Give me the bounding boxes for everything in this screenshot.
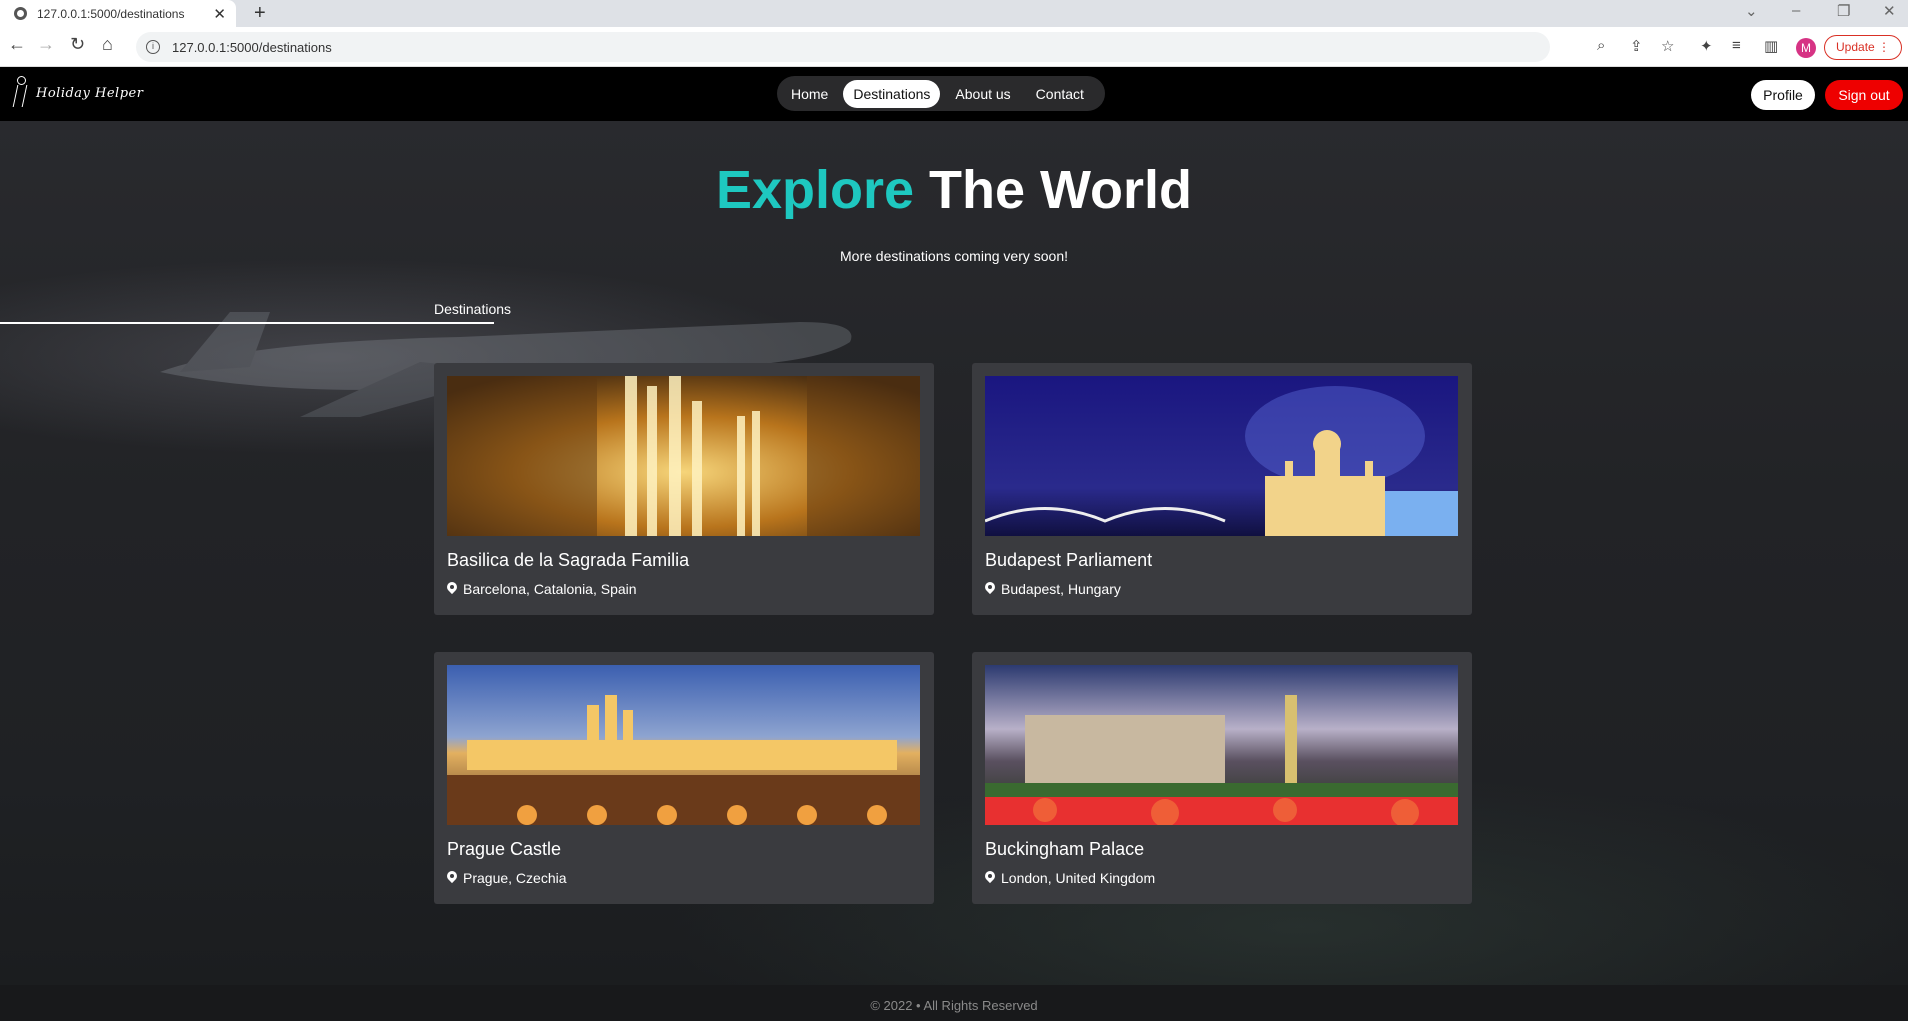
brand-name: Holiday Helper — [36, 85, 144, 101]
destination-location: Barcelona, Catalonia, Spain — [447, 581, 637, 597]
destination-title: Buckingham Palace — [985, 839, 1145, 859]
sign-out-button[interactable]: Sign out — [1825, 80, 1903, 110]
sagrada-familia-image — [447, 376, 920, 536]
map-pin-icon — [985, 871, 995, 885]
url-field[interactable]: i 127.0.0.1:5000/destinations — [136, 32, 1550, 62]
section-divider — [0, 322, 494, 324]
url-text: 127.0.0.1:5000/destinations — [172, 39, 332, 55]
destination-title: Basilica de la Sagrada Familia — [447, 550, 690, 570]
update-button[interactable]: Update ⋮ — [1824, 35, 1902, 60]
destination-title: Budapest Parliament — [985, 550, 1153, 570]
forward-icon[interactable]: → — [37, 34, 55, 55]
address-bar: ← → ↻ ⌂ i 127.0.0.1:5000/destinations ⌕ … — [0, 27, 1908, 67]
nav-home[interactable]: Home — [781, 80, 838, 108]
location-text: Barcelona, Catalonia, Spain — [463, 581, 637, 597]
nav-contact[interactable]: Contact — [1026, 80, 1094, 108]
update-label: Update — [1836, 40, 1875, 54]
minimize-icon[interactable]: – — [1792, 2, 1800, 19]
destination-card[interactable]: Basilica de la Sagrada Familia Barcelona… — [434, 363, 934, 615]
hero-title: Explore The World — [0, 159, 1908, 221]
destination-location: London, United Kingdom — [985, 870, 1155, 886]
buckingham-palace-image — [985, 665, 1458, 825]
site-info-icon[interactable]: i — [146, 40, 160, 54]
budapest-parliament-image — [985, 376, 1458, 536]
location-text: London, United Kingdom — [1001, 870, 1156, 886]
nav-about-us[interactable]: About us — [945, 80, 1020, 108]
extensions-icon[interactable]: ✦ — [1700, 37, 1713, 55]
destination-title: Prague Castle — [447, 839, 562, 859]
map-pin-icon — [447, 871, 457, 885]
map-pin-icon — [447, 582, 457, 596]
back-icon[interactable]: ← — [8, 34, 26, 55]
side-panel-icon[interactable]: ▥ — [1764, 37, 1778, 55]
section-label: Destinations — [434, 301, 512, 317]
zoom-icon[interactable]: ⌕ — [1597, 37, 1605, 54]
close-window-icon[interactable]: ✕ — [1883, 2, 1896, 20]
tab-search-icon[interactable]: ⌄ — [1745, 2, 1758, 20]
page: Holiday Helper Home Destinations About u… — [0, 67, 1908, 1021]
prague-castle-image — [447, 665, 920, 825]
share-icon[interactable]: ⇪ — [1630, 37, 1643, 55]
nav-destinations[interactable]: Destinations — [843, 79, 941, 108]
hero-title-accent: Explore — [715, 160, 915, 220]
reading-list-icon[interactable]: ≡ — [1732, 37, 1741, 54]
site-header: Holiday Helper Home Destinations About u… — [0, 67, 1908, 121]
reload-icon[interactable]: ↻ — [70, 34, 85, 55]
close-tab-icon[interactable]: ✕ — [213, 5, 226, 23]
globe-icon — [14, 7, 27, 20]
site-logo[interactable]: Holiday Helper — [10, 76, 143, 110]
bookmark-star-icon[interactable]: ☆ — [1661, 37, 1674, 55]
browser-tab[interactable]: 127.0.0.1:5000/destinations ✕ — [0, 0, 236, 27]
destination-location: Prague, Czechia — [447, 870, 567, 886]
profile-button[interactable]: Profile — [1751, 80, 1815, 110]
location-text: Prague, Czechia — [463, 870, 567, 886]
site-footer: © 2022 • All Rights Reserved — [0, 985, 1908, 1021]
map-pin-icon — [985, 582, 995, 596]
profile-avatar[interactable]: M — [1796, 38, 1816, 58]
destination-card[interactable]: Buckingham Palace London, United Kingdom — [972, 652, 1472, 904]
new-tab-icon[interactable]: + — [254, 2, 266, 25]
hero-title-rest: The World — [929, 160, 1193, 220]
destination-location: Budapest, Hungary — [985, 581, 1121, 597]
main-nav: Home Destinations About us Contact — [777, 76, 1105, 111]
hiker-logo-icon — [10, 76, 30, 110]
browser-tabbar: 127.0.0.1:5000/destinations ✕ + ⌄ – ❐ ✕ — [0, 0, 1908, 27]
home-icon[interactable]: ⌂ — [102, 34, 113, 55]
destination-card[interactable]: Prague Castle Prague, Czechia — [434, 652, 934, 904]
tab-title: 127.0.0.1:5000/destinations — [37, 6, 185, 21]
location-text: Budapest, Hungary — [1001, 581, 1121, 597]
restore-icon[interactable]: ❐ — [1837, 2, 1850, 20]
destination-card[interactable]: Budapest Parliament Budapest, Hungary — [972, 363, 1472, 615]
hero-subtitle: More destinations coming very soon! — [840, 248, 1068, 264]
